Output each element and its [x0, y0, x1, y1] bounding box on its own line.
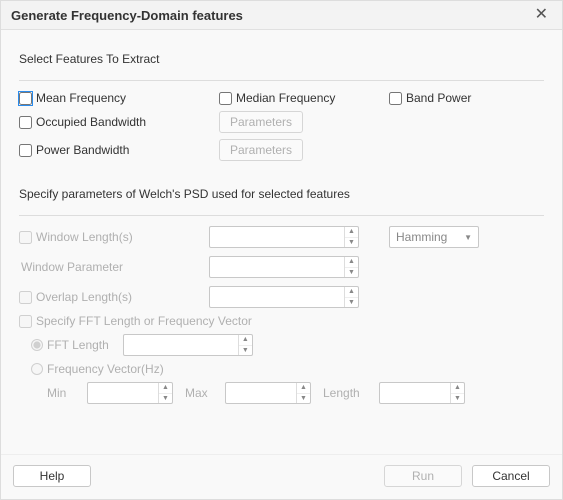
checkbox-label: Power Bandwidth: [36, 143, 129, 157]
spinner-field[interactable]: [380, 383, 450, 403]
spinner-controls[interactable]: ▲ ▼: [450, 383, 464, 403]
chevron-up-icon[interactable]: ▲: [345, 257, 358, 268]
checkbox-band-power[interactable]: Band Power: [389, 91, 539, 105]
dialog-title: Generate Frequency-Domain features: [11, 8, 243, 23]
radio-fft-length[interactable]: FFT Length: [19, 338, 109, 352]
divider: [19, 80, 544, 81]
min-input[interactable]: ▲ ▼: [87, 382, 173, 404]
window-length-input[interactable]: ▲ ▼: [209, 226, 359, 248]
close-icon[interactable]: ✕: [531, 7, 552, 23]
checkbox-label: Median Frequency: [236, 91, 335, 105]
checkbox-label: Overlap Length(s): [36, 290, 132, 304]
dialog-footer: Help Run Cancel: [1, 454, 562, 499]
checkbox-mean-frequency[interactable]: Mean Frequency: [19, 91, 219, 105]
chevron-up-icon[interactable]: ▲: [345, 287, 358, 298]
max-input[interactable]: ▲ ▼: [225, 382, 311, 404]
spinner-field[interactable]: [124, 335, 238, 355]
fft-length-input[interactable]: ▲ ▼: [123, 334, 253, 356]
radio-input[interactable]: [31, 339, 43, 351]
features-grid: Mean Frequency Median Frequency Band Pow…: [19, 91, 544, 161]
chevron-down-icon[interactable]: ▼: [297, 394, 310, 404]
label-length: Length: [323, 386, 367, 400]
titlebar: Generate Frequency-Domain features ✕: [1, 1, 562, 30]
checkbox-label: Window Length(s): [36, 230, 133, 244]
chevron-down-icon[interactable]: ▼: [345, 268, 358, 278]
checkbox-overlap-length[interactable]: Overlap Length(s): [19, 290, 209, 304]
label-min: Min: [47, 386, 75, 400]
radio-input[interactable]: [31, 363, 43, 375]
checkbox-input[interactable]: [19, 231, 32, 244]
checkbox-label: Band Power: [406, 91, 471, 105]
run-button[interactable]: Run: [384, 465, 462, 487]
checkbox-occupied-bandwidth[interactable]: Occupied Bandwidth: [19, 115, 219, 129]
checkbox-input[interactable]: [389, 92, 402, 105]
dialog-body: Select Features To Extract Mean Frequenc…: [1, 30, 562, 454]
spinner-controls[interactable]: ▲ ▼: [238, 335, 252, 355]
chevron-up-icon[interactable]: ▲: [451, 383, 464, 394]
checkbox-label: Mean Frequency: [36, 91, 126, 105]
length-input[interactable]: ▲ ▼: [379, 382, 465, 404]
radio-frequency-vector[interactable]: Frequency Vector(Hz): [19, 362, 544, 376]
chevron-up-icon[interactable]: ▲: [239, 335, 252, 346]
chevron-down-icon: ▼: [464, 233, 472, 242]
checkbox-power-bandwidth[interactable]: Power Bandwidth: [19, 143, 219, 157]
parameters-button-wrap: Parameters: [219, 111, 389, 133]
psd-params-grid: Window Length(s) ▲ ▼ Hamming ▼ Window Pa…: [19, 226, 544, 308]
help-button[interactable]: Help: [13, 465, 91, 487]
chevron-down-icon[interactable]: ▼: [239, 346, 252, 356]
window-parameter-input[interactable]: ▲ ▼: [209, 256, 359, 278]
checkbox-median-frequency[interactable]: Median Frequency: [219, 91, 389, 105]
chevron-down-icon[interactable]: ▼: [345, 298, 358, 308]
parameters-button[interactable]: Parameters: [219, 111, 303, 133]
chevron-down-icon[interactable]: ▼: [451, 394, 464, 404]
divider: [19, 215, 544, 216]
select-value: Hamming: [396, 230, 447, 244]
parameters-button-wrap: Parameters: [219, 139, 389, 161]
spinner-controls[interactable]: ▲ ▼: [344, 257, 358, 277]
chevron-down-icon[interactable]: ▼: [159, 394, 172, 404]
chevron-up-icon[interactable]: ▲: [159, 383, 172, 394]
checkbox-window-length[interactable]: Window Length(s): [19, 230, 209, 244]
label-max: Max: [185, 386, 213, 400]
radio-label: Frequency Vector(Hz): [47, 362, 164, 376]
spinner-field[interactable]: [210, 287, 344, 307]
spinner-field[interactable]: [88, 383, 158, 403]
radio-label: FFT Length: [47, 338, 109, 352]
spinner-controls[interactable]: ▲ ▼: [344, 287, 358, 307]
label-window-parameter: Window Parameter: [19, 260, 209, 274]
chevron-up-icon[interactable]: ▲: [345, 227, 358, 238]
spinner-field[interactable]: [210, 257, 344, 277]
checkbox-input[interactable]: [19, 315, 32, 328]
parameters-button[interactable]: Parameters: [219, 139, 303, 161]
section-psd-label: Specify parameters of Welch's PSD used f…: [19, 187, 544, 201]
footer-right: Run Cancel: [384, 465, 550, 487]
spinner-controls[interactable]: ▲ ▼: [158, 383, 172, 403]
chevron-up-icon[interactable]: ▲: [297, 383, 310, 394]
checkbox-label: Specify FFT Length or Frequency Vector: [36, 314, 252, 328]
frequency-vector-range: Min ▲ ▼ Max ▲ ▼ Length ▲: [19, 382, 544, 404]
checkbox-input[interactable]: [19, 144, 32, 157]
checkbox-input[interactable]: [219, 92, 232, 105]
section-select-features-label: Select Features To Extract: [19, 52, 544, 66]
overlap-length-input[interactable]: ▲ ▼: [209, 286, 359, 308]
spinner-controls[interactable]: ▲ ▼: [344, 227, 358, 247]
checkbox-input[interactable]: [19, 116, 32, 129]
spinner-field[interactable]: [226, 383, 296, 403]
window-type-select[interactable]: Hamming ▼: [389, 226, 479, 248]
chevron-down-icon[interactable]: ▼: [345, 238, 358, 248]
checkbox-label: Occupied Bandwidth: [36, 115, 146, 129]
dialog: Generate Frequency-Domain features ✕ Sel…: [0, 0, 563, 500]
checkbox-specify-fft[interactable]: Specify FFT Length or Frequency Vector: [19, 314, 544, 328]
checkbox-input[interactable]: [19, 92, 32, 105]
spinner-controls[interactable]: ▲ ▼: [296, 383, 310, 403]
spinner-field[interactable]: [210, 227, 344, 247]
cancel-button[interactable]: Cancel: [472, 465, 550, 487]
checkbox-input[interactable]: [19, 291, 32, 304]
